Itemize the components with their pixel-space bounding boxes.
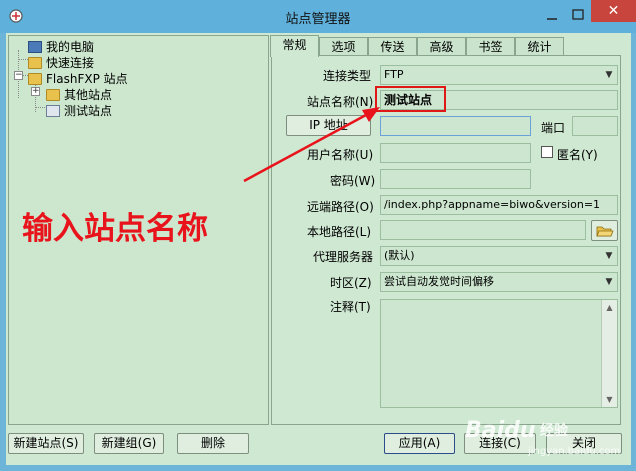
watermark-jingyan: 经验 (540, 423, 568, 439)
tab-general[interactable]: 常规 (270, 35, 319, 57)
watermark-url: jingyan.baidu.com (528, 446, 621, 457)
baidu-watermark: Baidu (465, 418, 536, 443)
annotation-caption: 输入站点名称 (22, 211, 208, 247)
